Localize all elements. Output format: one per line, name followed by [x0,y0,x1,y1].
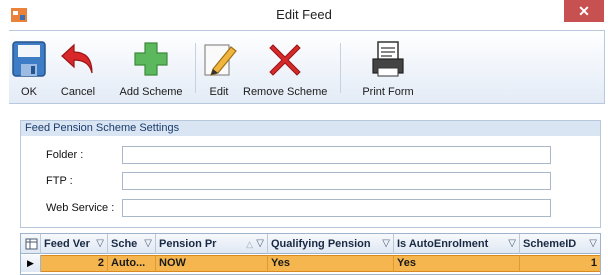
cell-scheme[interactable]: Auto... [108,255,156,272]
cell-feed-ver[interactable]: 2 [41,255,108,272]
web-service-row: Web Service : [21,199,600,219]
ftp-row: FTP : [21,172,600,192]
toolbar-separator [340,43,341,93]
folder-input[interactable] [122,146,551,164]
print-form-label: Print Form [362,86,414,98]
column-label: Feed Ver [44,238,90,250]
column-label: Sche [111,238,138,250]
cell-schemeid[interactable]: 1 [520,255,600,272]
pencil-edit-icon [204,44,237,76]
save-disk-icon [12,41,46,77]
toolbar-separator [195,43,196,93]
edit-button[interactable]: Edit [199,31,239,103]
grid-header: Feed Ver ▽ Sche ▽ Pension Pr △ ▽ Qualify… [21,234,600,254]
cell-pension-provider[interactable]: NOW [156,255,268,272]
schemes-grid: Feed Ver ▽ Sche ▽ Pension Pr △ ▽ Qualify… [20,233,601,275]
print-form-button[interactable]: Print Form [355,31,421,103]
folder-row: Folder : [21,146,600,166]
column-header-scheme[interactable]: Sche ▽ [108,234,156,254]
cell-qualifying-pension[interactable]: Yes [268,255,394,272]
edit-label: Edit [209,86,229,98]
ok-label: OK [21,86,37,98]
filter-icon[interactable]: ▽ [144,234,152,254]
column-label: SchemeID [523,238,577,250]
remove-scheme-button[interactable]: Remove Scheme [243,31,327,103]
column-chooser-icon[interactable] [21,234,41,254]
ok-button[interactable]: OK [9,31,49,103]
column-label: Is AutoEnrolment [397,238,489,250]
column-header-schemeid[interactable]: SchemeID ▽ [520,234,600,254]
web-service-input[interactable] [122,199,551,217]
remove-scheme-label: Remove Scheme [243,86,328,98]
column-header-qualifying-pension[interactable]: Qualifying Pension ▽ [268,234,394,254]
title-bar: Edit Feed ✕ [0,0,608,30]
ftp-input[interactable] [122,172,551,190]
feed-pension-scheme-settings-group: Feed Pension Scheme Settings Folder : FT… [20,120,601,228]
undo-arrow-icon [61,43,93,74]
filter-icon[interactable]: ▽ [256,234,264,254]
plus-icon [134,42,168,76]
group-header: Feed Pension Scheme Settings [21,121,600,136]
column-header-pension-provider[interactable]: Pension Pr △ ▽ [156,234,268,254]
red-x-icon [269,44,301,76]
cell-is-autoenrolment[interactable]: Yes [394,255,520,272]
toolbar: OK Cancel Add Scheme Edit Remove Scheme [9,30,605,104]
printer-form-icon [372,41,404,77]
add-scheme-button[interactable]: Add Scheme [113,31,189,103]
column-header-feed-ver[interactable]: Feed Ver ▽ [41,234,108,254]
ftp-label: FTP : [46,175,73,187]
column-label: Pension Pr [159,238,217,250]
filter-icon[interactable]: ▽ [508,234,516,254]
window-title: Edit Feed [276,7,332,22]
web-service-label: Web Service : [46,202,115,214]
table-row[interactable]: 2 Auto... NOW Yes Yes 1 [21,255,600,272]
close-icon: ✕ [578,3,590,19]
close-button[interactable]: ✕ [564,0,604,22]
column-label: Qualifying Pension [271,238,371,250]
folder-label: Folder : [46,149,84,161]
cancel-button[interactable]: Cancel [55,31,101,103]
cancel-label: Cancel [60,86,96,98]
sort-ascending-icon: △ [246,239,253,249]
filter-icon[interactable]: ▽ [589,234,597,254]
filter-icon[interactable]: ▽ [382,234,390,254]
filter-icon[interactable]: ▽ [96,234,104,254]
add-scheme-label: Add Scheme [119,86,183,98]
column-header-is-autoenrolment[interactable]: Is AutoEnrolment ▽ [394,234,520,254]
